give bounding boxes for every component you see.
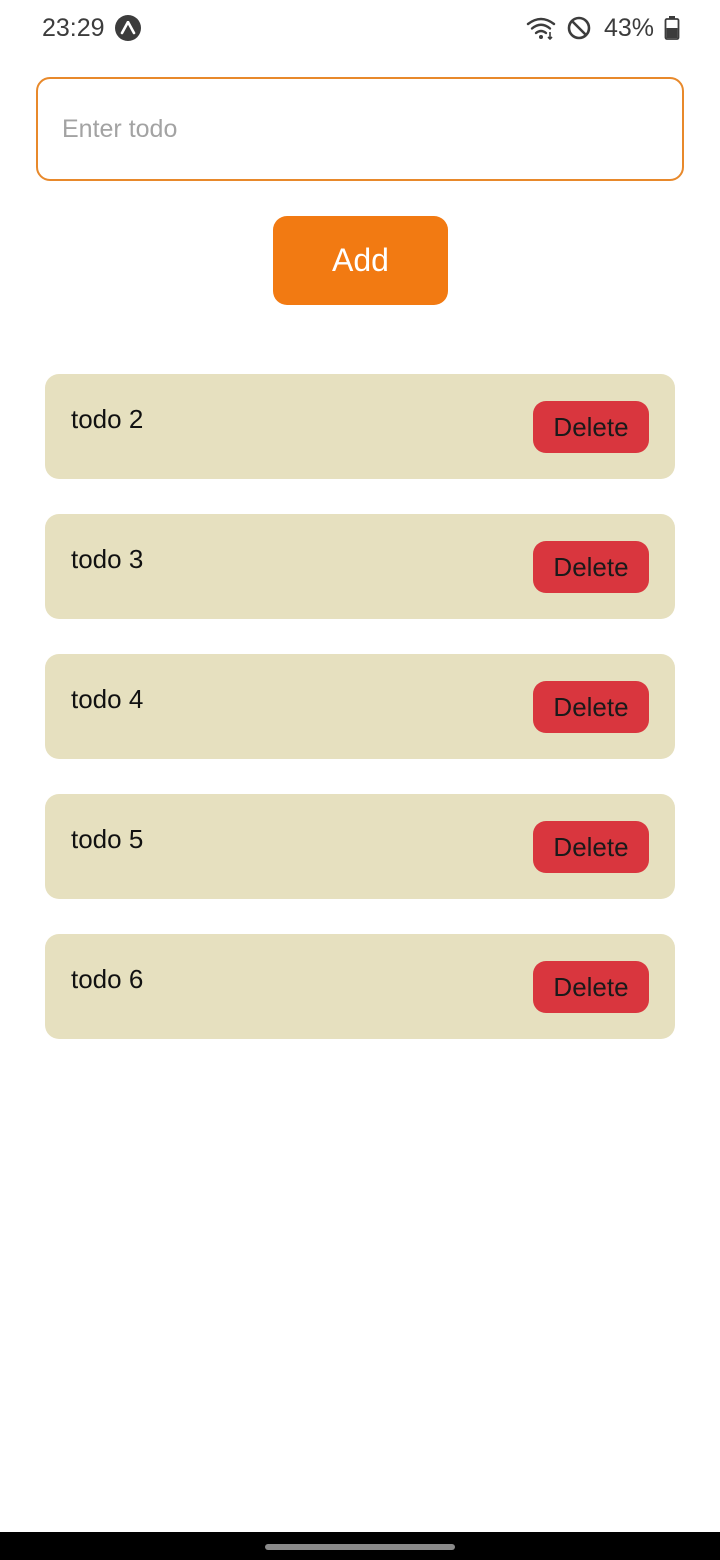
todo-text: todo 2 xyxy=(71,404,144,434)
todo-text: todo 5 xyxy=(71,824,144,854)
todo-item: todo 6 Delete xyxy=(45,934,675,1039)
navigation-bar xyxy=(0,1532,720,1560)
todo-item: todo 5 Delete xyxy=(45,794,675,899)
todo-text: todo 6 xyxy=(71,964,144,994)
todo-item: todo 2 Delete xyxy=(45,374,675,479)
app-screen: 23:29 43% Enter todo Add todo 2 Delete t… xyxy=(0,0,720,1560)
todo-text: todo 4 xyxy=(71,684,144,714)
add-button[interactable]: Add xyxy=(273,216,448,305)
todo-text: todo 3 xyxy=(71,544,144,574)
battery-icon xyxy=(664,15,680,41)
delete-button[interactable]: Delete xyxy=(533,401,649,453)
do-not-disturb-icon xyxy=(566,15,592,41)
todo-list: todo 2 Delete todo 3 Delete todo 4 Delet… xyxy=(45,374,675,1074)
wifi-icon xyxy=(526,16,556,40)
app-notification-icon xyxy=(114,15,141,41)
delete-button[interactable]: Delete xyxy=(533,821,649,873)
status-bar: 23:29 43% xyxy=(0,0,720,56)
delete-button[interactable]: Delete xyxy=(533,681,649,733)
home-gesture-handle[interactable] xyxy=(265,1544,455,1550)
battery-percentage: 43% xyxy=(603,13,654,42)
delete-button[interactable]: Delete xyxy=(533,541,649,593)
status-time: 23:29 xyxy=(42,13,105,42)
todo-item: todo 4 Delete xyxy=(45,654,675,759)
delete-button[interactable]: Delete xyxy=(533,961,649,1013)
todo-item: todo 3 Delete xyxy=(45,514,675,619)
todo-input[interactable] xyxy=(36,77,684,181)
status-left: 23:29 xyxy=(42,14,141,43)
status-right: 43% xyxy=(526,14,680,43)
